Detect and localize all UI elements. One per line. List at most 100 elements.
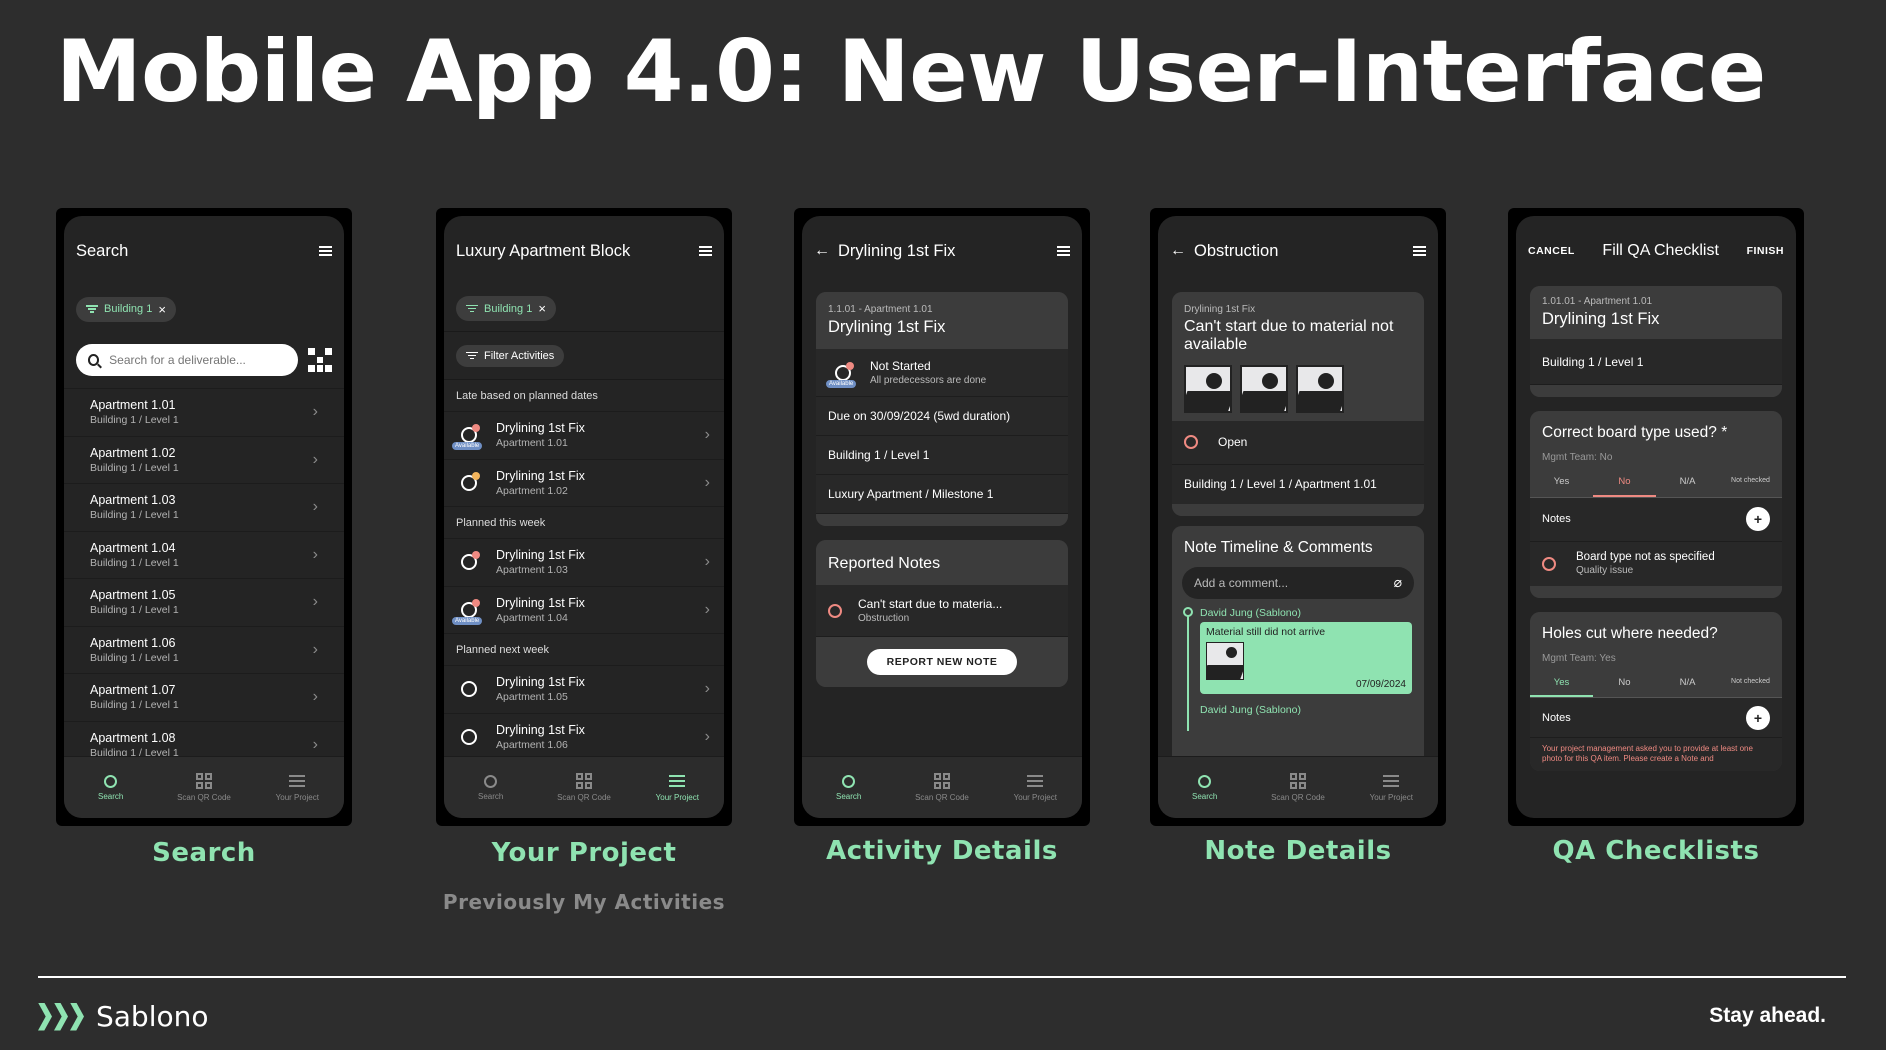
report-new-note-button[interactable]: REPORT NEW NOTE [866,649,1018,675]
answer-tab[interactable]: Yes [1530,670,1593,697]
status-sub: All predecessors are done [870,375,987,386]
nav-project[interactable]: Your Project [1345,757,1438,818]
activity-location: Apartment 1.05 [496,691,568,704]
list-item[interactable]: Apartment 1.03 Building 1 / Level 1 › [64,484,344,532]
activity-location: Apartment 1.02 [496,484,568,497]
nav-label: Scan QR Code [915,793,969,802]
mgmt-answer: Mgmt Team: No [1542,452,1613,463]
filter-chip[interactable]: Building 1 × [456,296,556,321]
nav-scan[interactable]: Scan QR Code [537,757,630,818]
answer-tab[interactable]: Not checked [1719,469,1782,497]
close-icon[interactable]: × [538,301,546,316]
activity-name: Drylining 1st Fix [496,548,585,563]
item-name: Apartment 1.01 [90,398,176,413]
brand-name: Sablono [96,1000,209,1033]
answer-tab[interactable]: No [1593,670,1656,698]
activity-item[interactable]: Drylining 1st Fix Apartment 1.03 › [444,539,724,587]
nav-label: Scan QR Code [557,793,611,802]
menu-icon[interactable] [699,246,712,256]
add-note-button[interactable]: + [1746,507,1770,531]
status-open-icon [1542,556,1556,571]
image-icon[interactable] [1296,364,1344,413]
note-row[interactable]: Can't start due to materia... Obstruction [816,585,1068,637]
activity-item[interactable]: Drylining 1st Fix Apartment 1.02 › [444,460,724,507]
phone-note: ← Obstruction Drylining 1st Fix Can't st… [1150,208,1446,826]
search-input[interactable] [109,353,286,367]
comment-author: David Jung (Sablono) [1200,703,1301,716]
nav-search[interactable]: Search [64,757,157,818]
note-activity: Drylining 1st Fix [1184,304,1256,315]
finish-button[interactable]: FINISH [1747,245,1784,257]
answer-tab[interactable]: No [1593,469,1656,497]
comment-author: David Jung (Sablono) [1200,606,1301,619]
add-note-button[interactable]: + [1746,705,1770,730]
tagline: Stay ahead. [1709,1004,1826,1027]
item-name: Apartment 1.07 [90,683,176,698]
filter-activities-button[interactable]: Filter Activities [456,344,565,367]
nav-search[interactable]: Search [1158,757,1251,818]
nav-project[interactable]: Your Project [631,757,724,818]
footer-divider [38,976,1846,978]
item-name: Apartment 1.08 [90,730,176,745]
item-location: Building 1 / Level 1 [90,509,179,522]
item-location: Building 1 / Level 1 [90,414,179,427]
image-icon[interactable] [1206,641,1244,680]
attach-icon[interactable]: ⌀ [1394,574,1402,591]
nav-scan[interactable]: Scan QR Code [1251,757,1344,818]
phone-search: Search Building 1 × Apartment 1.01Buildi… [56,208,352,826]
list-item[interactable]: Apartment 1.07 Building 1 / Level 1 › [64,674,344,722]
qr-code-icon[interactable] [308,348,332,372]
nav-project[interactable]: Your Project [989,757,1082,818]
answer-tab[interactable]: Not checked [1719,670,1782,698]
menu-icon[interactable] [1057,246,1070,256]
caption-project-sub: Previously My Activities [442,890,726,914]
answer-tab[interactable]: N/A [1656,670,1719,698]
comment-text: Material still did not arrive [1206,625,1326,638]
search-input-wrap[interactable] [76,344,298,376]
list-item[interactable]: Apartment 1.06 Building 1 / Level 1 › [64,627,344,674]
qr-code-icon [933,773,950,789]
image-icon[interactable] [1184,364,1232,413]
activity-item[interactable]: Drylining 1st Fix Apartment 1.06 › [444,714,724,761]
answer-tab[interactable]: Yes [1530,469,1593,497]
slide-title: Mobile App 4.0: New User-Interface [56,22,1766,122]
status-icon: Available [826,358,858,388]
comment-input[interactable]: Add a comment... ⌀ [1182,566,1414,599]
close-icon[interactable]: × [158,302,166,317]
filter-chip[interactable]: Building 1 × [76,296,176,322]
nav-scan[interactable]: Scan QR Code [157,757,250,818]
list-item[interactable]: Apartment 1.05 Building 1 / Level 1 › [64,579,344,627]
nav-project[interactable]: Your Project [251,757,344,818]
activity-name: Drylining 1st Fix [496,595,585,610]
menu-icon[interactable] [319,246,332,256]
question-text: Correct board type used? * [1542,424,1728,441]
comment-date: 07/09/2024 [1355,678,1406,690]
list-item[interactable]: Apartment 1.04 Building 1 / Level 1 › [64,532,344,579]
activity-item[interactable]: Available Drylining 1st Fix Apartment 1.04… [444,587,724,634]
activity-location: Apartment 1.06 [496,738,568,751]
nav-scan[interactable]: Scan QR Code [895,757,988,818]
activity-item[interactable]: Drylining 1st Fix Apartment 1.05 › [444,666,724,714]
image-icon[interactable] [1240,364,1288,413]
back-arrow-icon[interactable]: ← [1170,242,1194,260]
list-icon [289,773,306,789]
item-name: Apartment 1.03 [90,493,176,508]
back-arrow-icon[interactable]: ← [814,242,838,260]
cancel-button[interactable]: CANCEL [1528,245,1575,257]
menu-icon[interactable] [1413,246,1426,256]
nav-search[interactable]: Search [802,757,895,818]
screen-title: Fill QA Checklist [1602,242,1719,259]
list-item[interactable]: Apartment 1.02 Building 1 / Level 1 › [64,437,344,484]
status-open-icon [828,603,842,618]
qr-code-icon [195,773,212,789]
answer-tab[interactable]: N/A [1656,469,1719,497]
filter-activities-label: Filter Activities [484,349,555,362]
section-header: Planned this week [444,507,724,539]
available-badge: Available [452,616,483,625]
list-item[interactable]: Apartment 1.01 Building 1 / Level 1 › [64,389,344,437]
activity-item[interactable]: Available Drylining 1st Fix Apartment 1.01… [444,412,724,460]
activity-status-icon [454,722,484,752]
nav-search[interactable]: Search [444,757,537,818]
chip-label: Building 1 [104,303,153,315]
notes-card: Reported Notes Can't start due to materi… [816,540,1068,687]
